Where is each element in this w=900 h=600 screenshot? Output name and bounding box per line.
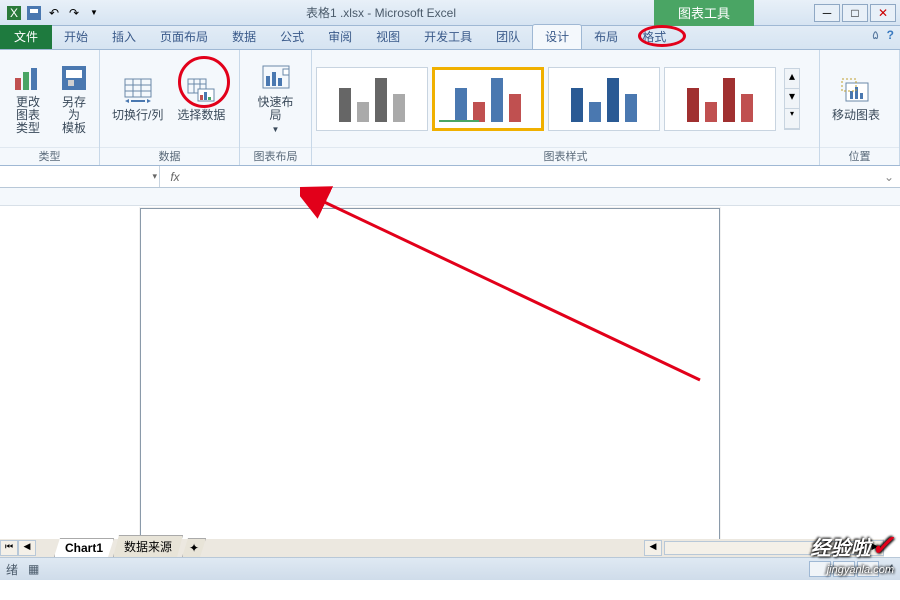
styles-scroll[interactable]: ▴ ▾ ▾ <box>784 68 800 130</box>
expand-formula-icon[interactable]: ⌄ <box>878 170 900 184</box>
window-title: 表格1 .xlsx - Microsoft Excel <box>108 4 654 21</box>
help-icon[interactable]: ? <box>887 28 894 42</box>
scroll-left-icon[interactable]: ◀ <box>644 540 662 556</box>
dropdown-icon: ▼ <box>272 125 280 134</box>
sheet-tab-chart1[interactable]: Chart1 <box>54 538 114 557</box>
excel-icon: X <box>6 5 22 21</box>
quick-layout-button[interactable]: 快速布局▼ <box>248 60 303 138</box>
group-styles-label: 图表样式 <box>312 147 819 165</box>
tab-design[interactable]: 设计 <box>532 24 582 49</box>
name-box[interactable] <box>0 166 160 187</box>
chart-style-2[interactable] <box>432 67 544 131</box>
chart-tools-label: 图表工具 <box>654 0 754 26</box>
qat-dropdown-icon[interactable]: ▼ <box>86 5 102 21</box>
chart-canvas[interactable] <box>140 208 720 548</box>
save-icon[interactable] <box>26 5 42 21</box>
minimize-button[interactable]: ─ <box>814 4 840 22</box>
column-headers <box>0 188 900 206</box>
tab-file[interactable]: 文件 <box>0 25 52 49</box>
scroll-down-icon[interactable]: ▾ <box>785 89 799 109</box>
status-ready: 绪 <box>6 561 18 578</box>
minimize-ribbon-icon[interactable]: ۵ <box>872 28 878 42</box>
new-sheet-icon[interactable]: ✦ <box>182 538 206 557</box>
formula-input[interactable] <box>190 166 878 187</box>
group-data-label: 数据 <box>100 147 239 165</box>
tab-data[interactable]: 数据 <box>220 25 268 49</box>
chart-style-3[interactable] <box>548 67 660 131</box>
scroll-more-icon[interactable]: ▾ <box>785 109 799 129</box>
prev-sheet-icon[interactable]: ◀ <box>18 540 36 556</box>
tab-layout[interactable]: 布局 <box>582 25 630 49</box>
change-chart-type-button[interactable]: 更改 图表类型 <box>8 60 48 137</box>
switch-row-col-button[interactable]: 切换行/列 <box>108 73 167 124</box>
tab-home[interactable]: 开始 <box>52 25 100 49</box>
close-button[interactable]: ✕ <box>870 4 896 22</box>
svg-text:X: X <box>10 6 18 20</box>
annotation-circle-design <box>638 25 686 47</box>
group-type-label: 类型 <box>0 147 99 165</box>
maximize-button[interactable]: □ <box>842 4 868 22</box>
chart-style-4[interactable] <box>664 67 776 131</box>
first-sheet-icon[interactable]: ⏮ <box>0 540 18 556</box>
redo-icon[interactable]: ↷ <box>66 5 82 21</box>
scroll-up-icon[interactable]: ▴ <box>785 69 799 89</box>
chart-style-1[interactable] <box>316 67 428 131</box>
tab-page-layout[interactable]: 页面布局 <box>148 25 220 49</box>
group-position-label: 位置 <box>820 147 899 165</box>
tab-insert[interactable]: 插入 <box>100 25 148 49</box>
annotation-circle-select-data <box>178 56 230 108</box>
tab-developer[interactable]: 开发工具 <box>412 25 484 49</box>
fx-icon[interactable]: fx <box>160 170 190 184</box>
macro-record-icon[interactable]: ▦ <box>28 562 39 576</box>
tab-review[interactable]: 审阅 <box>316 25 364 49</box>
tab-formulas[interactable]: 公式 <box>268 25 316 49</box>
save-as-template-button[interactable]: 另存为 模板 <box>54 60 94 137</box>
undo-icon[interactable]: ↶ <box>46 5 62 21</box>
group-layout-label: 图表布局 <box>240 147 311 165</box>
move-chart-button[interactable]: 移动图表 <box>828 73 884 124</box>
sheet-tab-data-source[interactable]: 数据来源 <box>113 535 183 557</box>
tab-team[interactable]: 团队 <box>484 25 532 49</box>
watermark: 经验啦✓ jingyanla.com <box>811 529 894 576</box>
tab-view[interactable]: 视图 <box>364 25 412 49</box>
